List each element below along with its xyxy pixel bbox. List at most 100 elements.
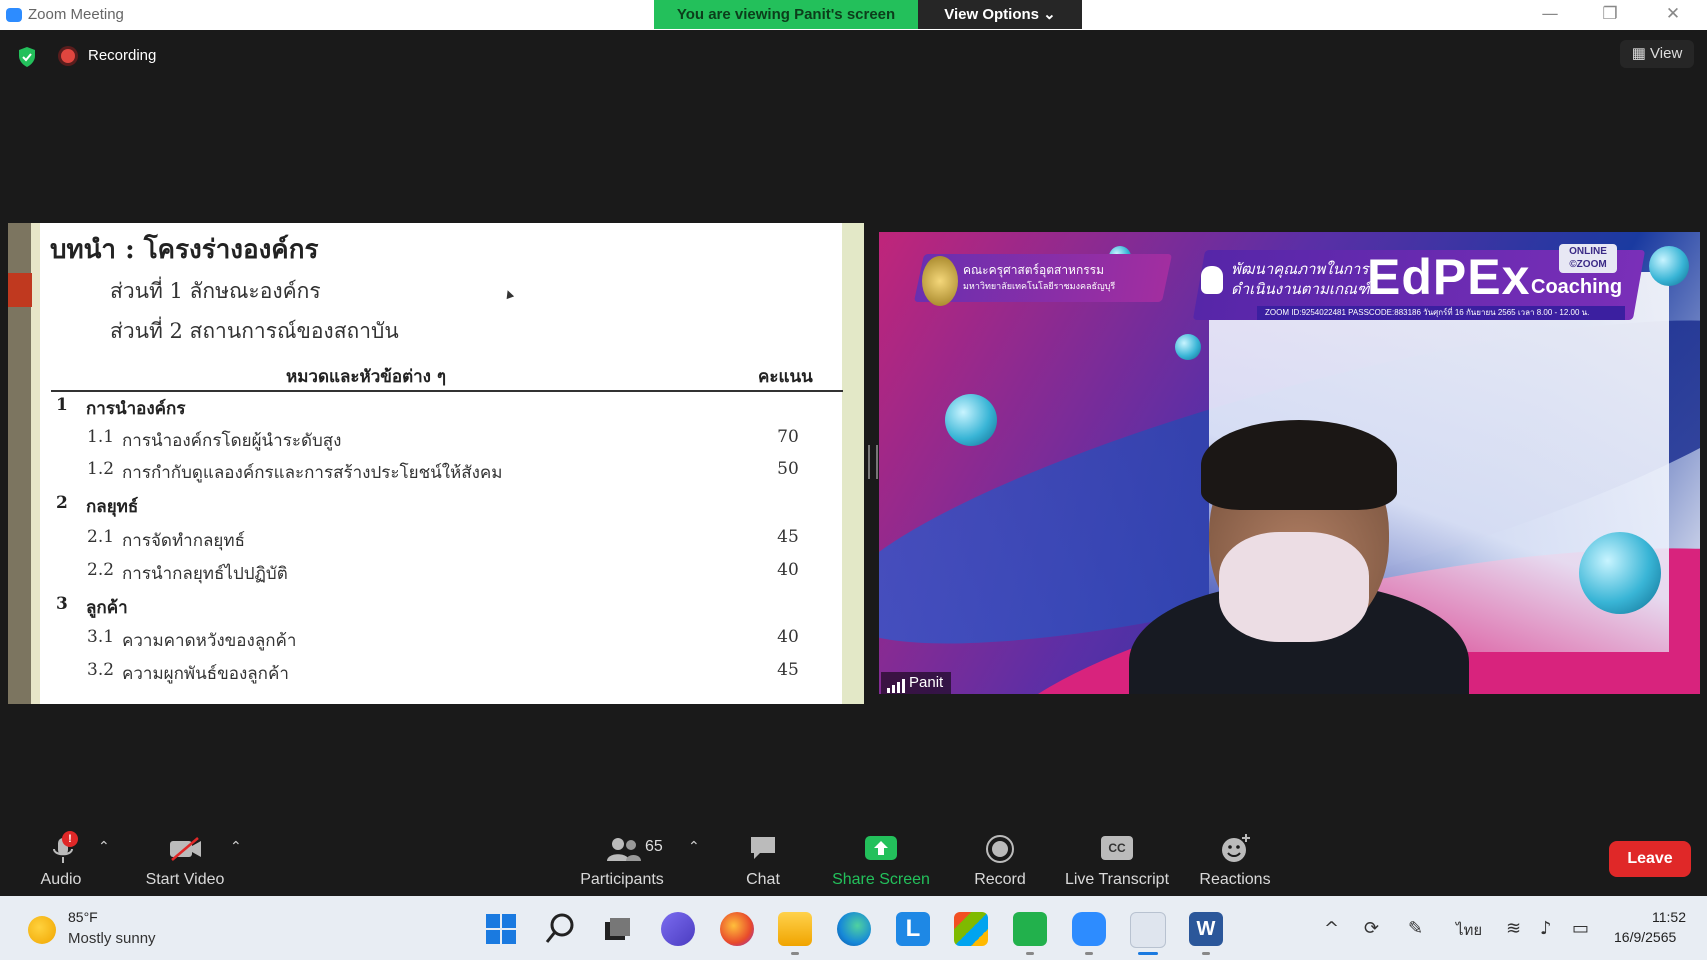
table-row: 1 การนำองค์กร xyxy=(8,395,842,423)
weather-sun-icon[interactable] xyxy=(28,916,56,944)
banner-thai-line-1: พัฒนาคุณภาพในการ xyxy=(1231,261,1369,278)
decorative-orb xyxy=(1649,246,1689,286)
firefox-icon[interactable] xyxy=(720,912,754,946)
line-l-app-icon[interactable]: L xyxy=(896,912,930,946)
audio-button-label[interactable]: Audio xyxy=(0,871,126,889)
online-zoom-badge: ONLINE ©ZOOM xyxy=(1559,244,1617,273)
row-score: 45 xyxy=(777,527,799,547)
edge-browser-icon[interactable] xyxy=(837,912,871,946)
participants-options-chevron[interactable]: ⌃ xyxy=(688,839,700,855)
line-messenger-icon[interactable] xyxy=(1013,912,1047,946)
row-number: 1 xyxy=(56,395,68,415)
participant-video-tile[interactable]: คณะครุศาสตร์อุตสาหกรรม มหาวิทยาลัยเทคโนโ… xyxy=(879,232,1700,694)
row-text: กลยุทธ์ xyxy=(86,497,139,517)
share-screen-label[interactable]: Share Screen xyxy=(816,871,946,889)
search-icon[interactable] xyxy=(544,912,576,946)
row-number: 2.2 xyxy=(87,560,115,580)
battery-icon[interactable]: ▭ xyxy=(1572,918,1589,939)
participants-button-label[interactable]: Participants xyxy=(557,871,687,889)
windows-start-icon[interactable] xyxy=(484,912,518,946)
table-row: 1.2 การกำกับดูแลองค์กรและการสร้างประโยชน… xyxy=(8,459,842,487)
row-score: 40 xyxy=(777,560,799,580)
view-button[interactable]: ▦ View xyxy=(1620,40,1694,68)
clock-date[interactable]: 16/9/2565 xyxy=(1614,929,1676,945)
view-button-label: View xyxy=(1650,45,1683,62)
view-options-button[interactable]: View Options ⌄ xyxy=(918,0,1082,29)
snipping-tool-icon[interactable] xyxy=(1130,912,1166,948)
zoom-id-strip: ZOOM ID:9254022481 PASSCODE:883186 วันศุ… xyxy=(1257,306,1625,320)
row-text: การจัดทำกลยุทธ์ xyxy=(122,531,245,551)
row-text: การกำกับดูแลองค์กรและการสร้างประโยชน์ให้… xyxy=(122,463,503,483)
table-row: 3.1 ความคาดหวังของลูกค้า 40 xyxy=(8,627,842,655)
record-button-label[interactable]: Record xyxy=(935,871,1065,889)
audio-alert-icon: ! xyxy=(62,831,78,847)
restore-button[interactable]: ❐ xyxy=(1590,4,1630,24)
banner-thai-line-2: ดำเนินงานตามเกณฑ์ xyxy=(1231,281,1370,298)
weather-description[interactable]: Mostly sunny xyxy=(68,930,156,947)
university-name: มหาวิทยาลัยเทคโนโลยีราชมงคลธัญบุรี xyxy=(963,281,1116,291)
row-score: 45 xyxy=(777,660,799,680)
table-header-score: คะแนน xyxy=(758,367,813,387)
closed-caption-icon[interactable]: CC xyxy=(1101,836,1133,860)
leave-button[interactable]: Leave xyxy=(1609,841,1691,877)
video-options-chevron[interactable]: ⌃ xyxy=(230,839,242,855)
clock-time[interactable]: 11:52 xyxy=(1652,909,1686,925)
row-number: 3 xyxy=(56,594,68,614)
reactions-icon[interactable] xyxy=(1220,832,1252,864)
table-row: 3 ลูกค้า xyxy=(8,594,842,622)
start-video-label[interactable]: Start Video xyxy=(120,871,250,889)
split-divider-handle[interactable] xyxy=(868,445,878,479)
word-app-icon[interactable]: W xyxy=(1189,912,1223,946)
tray-overflow-chevron[interactable]: ^ xyxy=(1324,918,1339,939)
table-rule xyxy=(51,390,843,392)
row-text: ความคาดหวังของลูกค้า xyxy=(122,631,297,651)
zoom-taskbar-icon[interactable] xyxy=(1072,912,1106,946)
record-icon[interactable] xyxy=(985,834,1015,864)
teams-chat-icon[interactable] xyxy=(661,912,695,946)
input-language[interactable]: ไทย xyxy=(1456,918,1482,942)
viewing-banner: You are viewing Panit's screen xyxy=(654,0,918,29)
share-screen-icon[interactable] xyxy=(864,835,898,861)
table-row: 2.1 การจัดทำกลยุทธ์ 45 xyxy=(8,527,842,555)
chat-button-label[interactable]: Chat xyxy=(698,871,828,889)
chat-icon[interactable] xyxy=(748,834,778,862)
pen-icon[interactable]: ✎ xyxy=(1408,918,1423,939)
audio-options-chevron[interactable]: ⌃ xyxy=(98,839,110,855)
decorative-orb xyxy=(1175,334,1201,360)
decorative-orb xyxy=(1579,532,1661,614)
table-header-category: หมวดและหัวข้อต่าง ๆ xyxy=(286,367,447,387)
minimize-button[interactable]: — xyxy=(1530,4,1570,24)
mouse-cursor-icon xyxy=(503,288,515,300)
slide-part-1: ส่วนที่ 1 ลักษณะองค์กร xyxy=(110,279,321,303)
security-shield-icon[interactable] xyxy=(17,46,37,68)
file-explorer-icon[interactable] xyxy=(778,912,812,946)
volume-icon[interactable]: ♪ xyxy=(1540,918,1552,939)
sync-icon[interactable]: ⟳ xyxy=(1364,918,1379,939)
edpex-banner-thai: พัฒนาคุณภาพในการ ดำเนินงานตามเกณฑ์ xyxy=(1231,260,1369,300)
microsoft-store-icon[interactable] xyxy=(954,912,988,946)
online-badge-line-1: ONLINE xyxy=(1569,246,1607,257)
task-view-icon[interactable] xyxy=(602,914,632,944)
participant-count: 65 xyxy=(645,838,663,855)
hand-pointer-icon xyxy=(1201,266,1223,294)
slide-part-2: ส่วนที่ 2 สถานการณ์ของสถาบัน xyxy=(110,319,399,343)
wifi-icon[interactable]: ≋ xyxy=(1506,918,1521,939)
reactions-button-label[interactable]: Reactions xyxy=(1170,871,1300,889)
table-row: 3.2 ความผูกพันธ์ของลูกค้า 45 xyxy=(8,660,842,688)
shared-screen-slide: บทนำ : โครงร่างองค์กร ส่วนที่ 1 ลักษณะอง… xyxy=(8,223,864,704)
weather-temperature[interactable]: 85°F xyxy=(68,909,98,925)
video-off-icon[interactable] xyxy=(168,836,204,862)
participants-icon[interactable] xyxy=(606,836,642,862)
live-transcript-label[interactable]: Live Transcript xyxy=(1052,871,1182,889)
online-badge-line-2: ©ZOOM xyxy=(1569,259,1607,270)
grid-icon: ▦ xyxy=(1631,45,1646,62)
close-button[interactable]: ✕ xyxy=(1653,4,1693,24)
row-text: การนำองค์กร xyxy=(86,399,186,419)
running-indicator xyxy=(1202,952,1210,955)
active-app-indicator xyxy=(1138,952,1158,955)
row-score: 50 xyxy=(777,459,799,479)
row-number: 3.2 xyxy=(87,660,115,680)
row-number: 2 xyxy=(56,493,68,513)
face-mask xyxy=(1219,532,1369,642)
participant-hair xyxy=(1201,420,1397,510)
